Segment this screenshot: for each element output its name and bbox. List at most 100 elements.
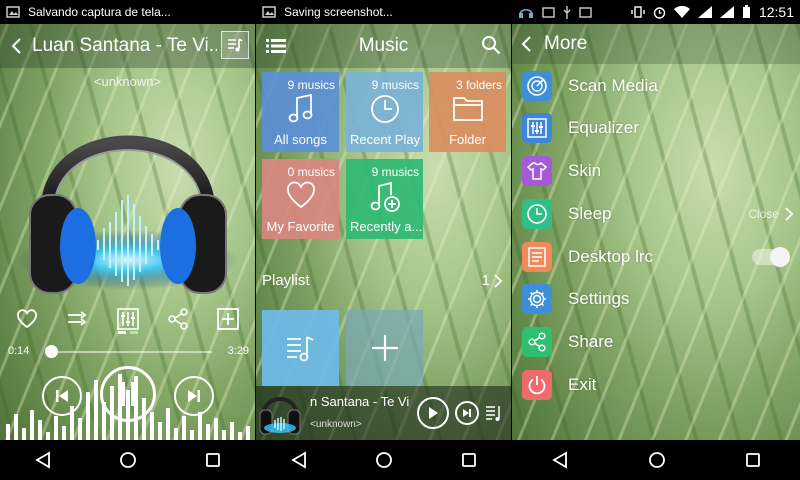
menu-item-label: Skin [568,161,602,180]
nav-recents-icon[interactable] [745,452,761,468]
back-arrow-icon[interactable] [520,35,532,53]
queue-button[interactable] [221,31,249,59]
nav-recents-icon[interactable] [205,452,221,468]
signal-icon [697,6,712,18]
share-icon [522,327,552,357]
status-text: Salvando captura de tela... [28,5,171,19]
notification-icons [518,5,592,19]
tile-label: My Favorite [266,219,335,234]
alarm-icon [653,6,666,19]
playlist-count: 1 [481,272,490,289]
song-title: Luan Santana - Te Vi... [32,35,217,56]
menu-item-label: Equalizer [568,118,639,137]
heart-icon [286,181,315,209]
more-menu-panel: 12:51 More Scan Media Equalizer Skin Sle… [512,0,800,480]
tile-recently-added[interactable]: 9 musics Recently a... [346,159,423,239]
nav-home-icon[interactable] [375,451,393,469]
add-playlist-tile[interactable] [346,310,423,386]
plus-icon [371,335,398,361]
nav-home-icon[interactable] [648,451,666,469]
playlist-tile[interactable] [262,310,339,386]
menu-item-settings[interactable]: Settings [522,282,794,316]
tile-folder[interactable]: 3 folders Folder [429,72,506,152]
equalizer-icon[interactable] [116,308,139,330]
seek-track[interactable] [48,351,212,353]
menu-item-share[interactable]: Share [522,325,794,359]
player-tools [16,308,239,330]
status-bar: Salvando captura de tela... [0,0,255,24]
menu-item-label: Share [568,332,614,351]
nav-recents-icon[interactable] [461,452,477,468]
search-icon[interactable] [481,35,501,55]
menu-item-label: Sleep [568,204,612,223]
status-bar: Saving screenshot... [256,0,511,24]
share-icon[interactable] [167,308,189,330]
scan-media-icon [522,71,552,101]
now-playing-panel: Salvando captura de tela... Luan Santana… [0,0,255,480]
music-note-icon [288,94,312,123]
system-icons: 12:51 [631,4,794,20]
tile-all-songs[interactable]: 9 musics All songs [262,72,339,152]
library-header: Music [256,24,511,68]
add-box-icon[interactable] [217,308,239,330]
nav-bar [0,440,255,480]
power-icon [522,370,552,400]
player-header: Luan Santana - Te Vi... [0,24,255,68]
shuffle-icon[interactable] [66,310,88,328]
nav-back-icon[interactable] [290,451,308,469]
menu-item-exit[interactable]: Exit [522,368,794,402]
time-total: 3:29 [227,345,249,357]
folder-icon [452,97,483,121]
pause-icon [119,382,137,406]
play-icon [429,407,438,419]
signal-icon [719,6,734,18]
equalizer-icon [522,113,552,143]
artist-name: <unknown> [93,74,162,89]
playlist-count-wrap: 1 [482,272,503,289]
menu-list-icon[interactable] [266,38,286,54]
menu-item-desktop-lrc[interactable]: Desktop lrc [522,240,794,274]
gear-icon [522,284,552,314]
queue-music-icon [228,38,243,52]
heart-icon[interactable] [16,309,38,329]
desktop-lrc-toggle[interactable] [752,247,790,267]
mini-album-art [259,397,301,435]
playlist-row[interactable]: Playlist 1 [262,272,503,289]
menu-item-scan-media[interactable]: Scan Media [522,69,794,103]
tile-count: 3 folders [455,78,502,92]
menu-item-label: Exit [568,375,597,394]
mini-artist: <unknown> [310,419,362,430]
menu-item-sleep[interactable]: Sleep Close [522,197,794,231]
music-library-panel: Saving screenshot... Music 9 musics All … [255,0,512,480]
mini-player[interactable]: n Santana - Te Vi <unknown> [256,386,511,440]
nav-back-icon[interactable] [34,451,52,469]
page-title: Music [358,35,409,56]
menu-item-equalizer[interactable]: Equalizer [522,111,794,145]
queue-music-icon[interactable] [485,403,503,423]
chevron-right-icon [785,207,794,221]
nav-home-icon[interactable] [119,451,137,469]
clock: 12:51 [758,4,794,20]
mini-next-button[interactable] [455,401,479,425]
tile-my-favorite[interactable]: 0 musics My Favorite [262,159,339,239]
pause-button[interactable] [100,366,156,422]
tile-count: 9 musics [371,165,419,179]
next-button[interactable] [174,376,214,416]
battery-icon [742,5,750,18]
tile-recent-play[interactable]: 9 musics Recent Play [346,72,423,152]
tile-count: 9 musics [287,78,335,92]
mini-title: n Santana - Te Vi [310,394,410,409]
screenshot-icon [542,6,555,18]
queue-music-icon [286,336,313,362]
chevron-right-icon [494,273,503,288]
back-arrow-icon[interactable] [10,37,22,55]
menu-item-skin[interactable]: Skin [522,154,794,188]
previous-button[interactable] [42,376,82,416]
status-bar: 12:51 [512,0,800,24]
mini-play-button[interactable] [417,397,449,429]
nav-back-icon[interactable] [551,451,569,469]
playlist-label: Playlist [262,272,310,289]
time-current: 0:14 [8,345,30,357]
seek-knob[interactable] [45,345,58,358]
usb-icon [563,5,571,19]
